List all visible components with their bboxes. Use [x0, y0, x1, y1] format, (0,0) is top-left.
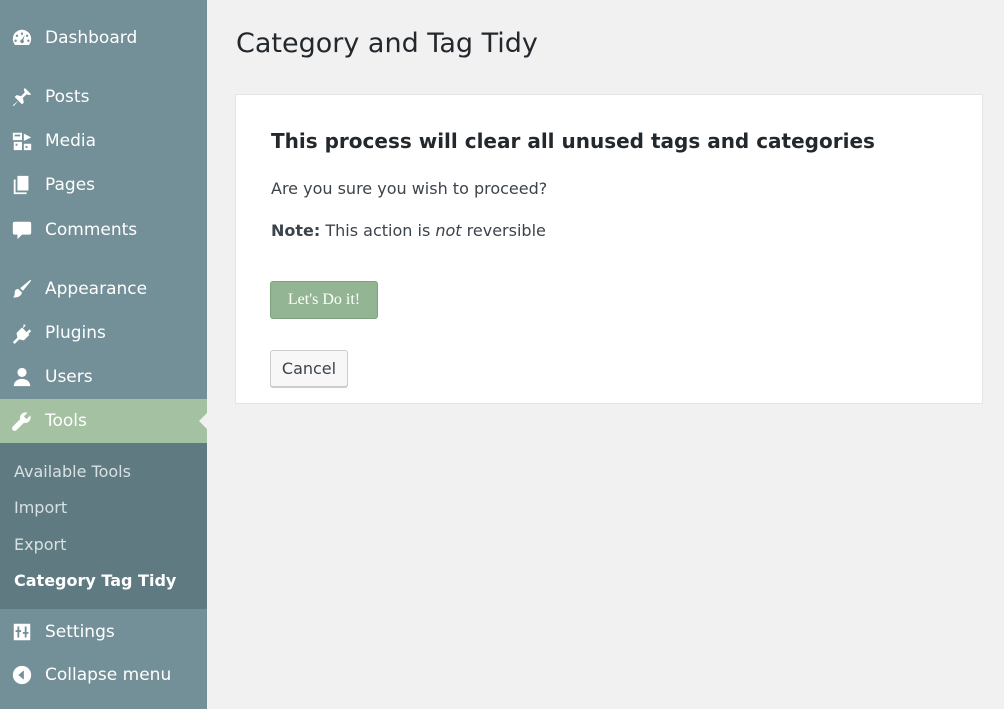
- comment-icon: [10, 218, 34, 242]
- plugin-icon: [10, 321, 34, 345]
- user-icon: [10, 365, 34, 389]
- menu-label: Collapse menu: [45, 665, 172, 685]
- admin-sidebar: Dashboard Posts Media Pages Comments App…: [0, 0, 207, 709]
- menu-label: Pages: [45, 175, 96, 195]
- note-label: Note:: [271, 221, 321, 240]
- sliders-icon: [10, 620, 34, 644]
- menu-item-dashboard[interactable]: Dashboard: [0, 16, 207, 60]
- collapse-arrow-icon: [10, 663, 34, 687]
- note-text: Note: This action is not reversible: [271, 221, 546, 240]
- pin-icon: [10, 85, 34, 109]
- submenu-item-export[interactable]: Export: [14, 535, 66, 554]
- cancel-button[interactable]: Cancel: [270, 350, 348, 387]
- menu-item-media[interactable]: Media: [0, 119, 207, 163]
- menu-label: Media: [45, 131, 97, 151]
- media-icon: [10, 129, 34, 153]
- card-heading: This process will clear all unused tags …: [271, 129, 875, 153]
- confirmation-question: Are you sure you wish to proceed?: [271, 179, 548, 198]
- note-suffix: reversible: [466, 221, 546, 240]
- menu-label: Users: [45, 367, 93, 387]
- menu-item-plugins[interactable]: Plugins: [0, 311, 207, 355]
- confirmation-card: This process will clear all unused tags …: [235, 94, 983, 404]
- menu-label: Appearance: [45, 279, 148, 299]
- dashboard-icon: [10, 26, 34, 50]
- submenu-item-import[interactable]: Import: [14, 498, 67, 517]
- menu-item-pages[interactable]: Pages: [0, 163, 207, 207]
- menu-label: Dashboard: [45, 28, 138, 48]
- menu-item-posts[interactable]: Posts: [0, 75, 207, 119]
- menu-label: Tools: [45, 411, 87, 431]
- note-emphasis: not: [435, 221, 462, 240]
- menu-item-settings[interactable]: Settings: [0, 610, 207, 654]
- menu-label: Comments: [45, 220, 138, 240]
- menu-item-tools[interactable]: Tools: [0, 399, 207, 443]
- menu-item-comments[interactable]: Comments: [0, 208, 207, 252]
- paintbrush-icon: [10, 277, 34, 301]
- tools-submenu: Available Tools Import Export Category T…: [0, 443, 207, 609]
- pages-icon: [10, 173, 34, 197]
- menu-label: Settings: [45, 622, 115, 642]
- menu-label: Plugins: [45, 323, 106, 343]
- submenu-item-available-tools[interactable]: Available Tools: [14, 462, 131, 481]
- menu-label: Posts: [45, 87, 90, 107]
- menu-item-users[interactable]: Users: [0, 355, 207, 399]
- confirm-button[interactable]: Let's Do it!: [270, 281, 378, 319]
- collapse-menu-button[interactable]: Collapse menu: [0, 653, 207, 697]
- submenu-item-category-tag-tidy[interactable]: Category Tag Tidy: [14, 571, 176, 590]
- page-title: Category and Tag Tidy: [236, 28, 538, 59]
- wrench-icon: [10, 409, 34, 433]
- note-prefix: This action is: [325, 221, 431, 240]
- menu-item-appearance[interactable]: Appearance: [0, 267, 207, 311]
